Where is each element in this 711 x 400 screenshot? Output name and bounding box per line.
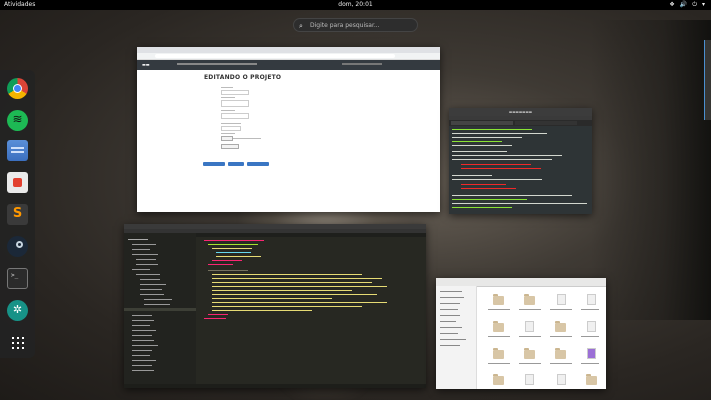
action-button[interactable] (203, 162, 225, 166)
folder-icon[interactable] (493, 294, 504, 305)
spotify-icon[interactable] (7, 110, 28, 131)
steam-icon[interactable] (7, 236, 28, 257)
sublime-text-icon[interactable] (7, 204, 28, 225)
folder-icon[interactable] (524, 294, 535, 305)
workspace-switcher[interactable] (704, 40, 711, 120)
file-icon[interactable] (525, 374, 534, 385)
site-navbar: ▬▬ (137, 60, 440, 70)
form-field[interactable] (221, 100, 249, 107)
search-icon: ⌕ (299, 22, 303, 30)
chevron-down-icon[interactable]: ▾ (702, 0, 705, 10)
terminal-titlebar: ▬▬▬▬▬▬▬ (449, 108, 592, 116)
software-store-icon[interactable] (7, 172, 28, 193)
folder-icon[interactable] (555, 321, 566, 332)
wallpaper-trees (591, 20, 711, 320)
terminal-icon[interactable] (7, 268, 28, 289)
file-manager-window[interactable] (436, 278, 606, 389)
file-icon[interactable] (587, 294, 596, 305)
clock[interactable]: dom, 20:01 (0, 0, 711, 10)
file-icon[interactable] (525, 321, 534, 332)
show-applications-icon[interactable] (7, 332, 28, 353)
files-icon[interactable] (7, 140, 28, 161)
folder-icon[interactable] (493, 321, 504, 332)
folder-icon[interactable] (493, 374, 504, 385)
search-input[interactable]: ⌕ Digite para pesquisar... (293, 18, 418, 32)
editor-file-tree[interactable] (124, 233, 196, 388)
save-button[interactable] (221, 144, 239, 149)
dash (0, 70, 35, 358)
chrome-icon[interactable] (7, 78, 28, 99)
browser-address-bar[interactable] (137, 53, 440, 60)
site-brand: ▬▬ (142, 62, 150, 67)
file-manager-sidebar[interactable] (436, 286, 477, 389)
page-title: EDITANDO O PROJETO (204, 74, 282, 81)
editor-tab-bar[interactable] (196, 233, 426, 237)
action-button[interactable] (247, 162, 269, 166)
network-icon[interactable]: ❖ (669, 0, 674, 10)
code-editor-window[interactable] (124, 224, 426, 388)
browser-window[interactable]: ▬▬ EDITANDO O PROJETO (137, 47, 440, 212)
editor-status-bar (124, 384, 426, 388)
terminal-tabs[interactable] (449, 120, 592, 126)
system-tray[interactable]: ❖ 🔊 ⏻ ▾ (669, 0, 705, 10)
form-field[interactable] (221, 90, 249, 95)
power-icon[interactable]: ⏻ (692, 0, 697, 10)
file-button[interactable] (221, 136, 233, 141)
search-placeholder: Digite para pesquisar... (310, 22, 380, 29)
terminal-window[interactable]: ▬▬▬▬▬▬▬ (449, 108, 592, 214)
folder-icon[interactable] (586, 374, 597, 385)
file-icon[interactable] (587, 348, 596, 359)
file-icon[interactable] (557, 374, 566, 385)
folder-icon[interactable] (493, 348, 504, 359)
action-button[interactable] (228, 162, 244, 166)
form-field[interactable] (221, 113, 249, 119)
file-icon[interactable] (557, 294, 566, 305)
file-icon[interactable] (587, 321, 596, 332)
folder-icon[interactable] (555, 348, 566, 359)
top-bar: Atividades dom, 20:01 ❖ 🔊 ⏻ ▾ (0, 0, 711, 10)
gitkraken-icon[interactable] (7, 300, 28, 321)
volume-icon[interactable]: 🔊 (680, 0, 687, 10)
folder-icon[interactable] (524, 348, 535, 359)
form-field[interactable] (221, 126, 241, 131)
